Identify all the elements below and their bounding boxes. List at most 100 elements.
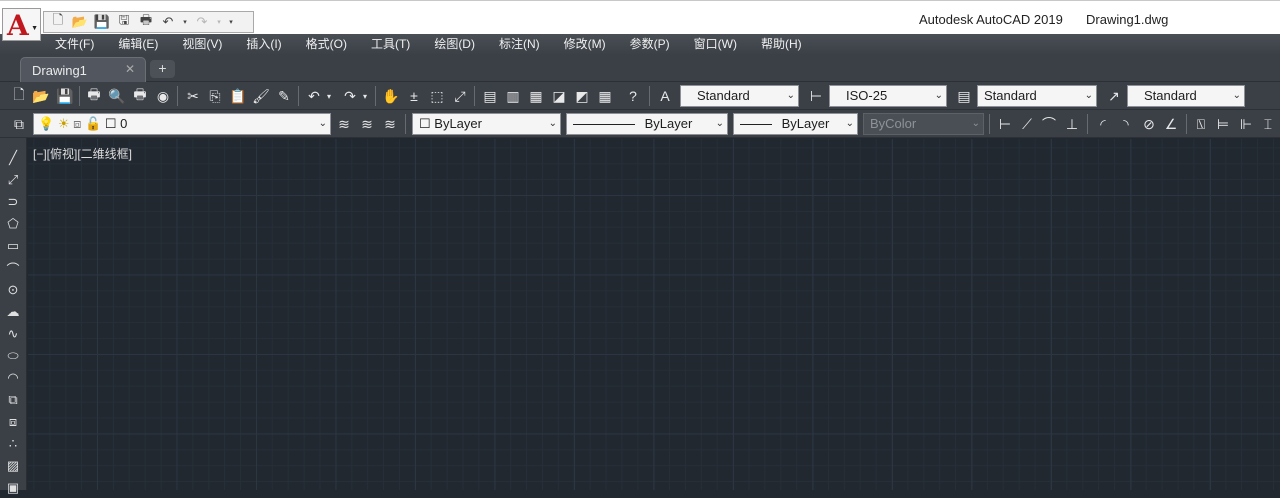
redo-dropdown-icon[interactable]: ▾ <box>214 13 224 31</box>
jogged-dimension-icon[interactable]: ◝ <box>1116 114 1136 134</box>
pan-icon[interactable]: ✋ <box>381 86 401 106</box>
dimension-style-select[interactable]: ISO-25 ⌄ <box>829 85 947 107</box>
drawing-area[interactable] <box>28 139 1280 490</box>
sheet-set-icon[interactable]: ◪ <box>549 86 569 106</box>
ellipse-icon[interactable]: ⬭ <box>3 346 23 366</box>
markup-icon[interactable]: ◩ <box>572 86 592 106</box>
ellipse-arc-icon[interactable]: ◠ <box>3 368 23 388</box>
new-tab-button[interactable]: + <box>150 60 175 78</box>
baseline-dimension-icon[interactable]: ⊨ <box>1213 114 1233 134</box>
hatch-icon[interactable]: ▨ <box>3 456 23 476</box>
redo-icon[interactable]: ↷ <box>192 13 212 31</box>
arc-icon[interactable]: ⌒ <box>3 258 23 278</box>
tool-palettes-icon[interactable]: ▦ <box>526 86 546 106</box>
application-menu-button[interactable]: A ▼ <box>2 8 41 42</box>
cut-icon[interactable]: ✂ <box>183 86 203 106</box>
layer-previous-icon[interactable]: ≋ <box>357 114 377 134</box>
new-icon[interactable]: 🗋 <box>9 86 29 106</box>
design-center-icon[interactable]: ▥ <box>503 86 523 106</box>
zoom-realtime-icon[interactable]: ± <box>404 86 424 106</box>
menu-format[interactable]: 格式(O) <box>306 34 347 55</box>
new-icon[interactable]: 🗋 <box>48 12 68 31</box>
menu-insert[interactable]: 插入(I) <box>246 34 281 55</box>
spline-icon[interactable]: ∿ <box>3 324 23 344</box>
zoom-previous-icon[interactable]: ⤢ <box>450 86 470 106</box>
block-editor-icon[interactable]: ✎ <box>274 86 294 106</box>
menu-modify[interactable]: 修改(M) <box>564 34 606 55</box>
linetype-select[interactable]: ByLayer ⌄ <box>566 113 728 135</box>
dimension-style-icon[interactable]: ⊢ <box>806 86 826 106</box>
polyline-icon[interactable]: ⊃ <box>3 192 23 212</box>
paste-icon[interactable]: 📋 <box>228 86 248 106</box>
multileader-style-select[interactable]: Standard ⌄ <box>1127 85 1245 107</box>
angular-dimension-icon[interactable]: ∠ <box>1161 114 1181 134</box>
table-style-icon[interactable]: ▤ <box>954 86 974 106</box>
help-icon[interactable]: ? <box>623 86 643 106</box>
lineweight-select[interactable]: ByLayer ⌄ <box>733 113 858 135</box>
point-icon[interactable]: ∴ <box>3 434 23 454</box>
multileader-style-icon[interactable]: ↗ <box>1104 86 1124 106</box>
open-icon[interactable]: 📂 <box>31 86 51 106</box>
text-style-select[interactable]: Standard ⌄ <box>680 85 799 107</box>
undo-icon[interactable]: ↶ <box>158 13 178 31</box>
save-icon[interactable]: 💾 <box>55 86 75 106</box>
line-icon[interactable]: ╱ <box>3 148 23 168</box>
print-icon[interactable]: 🖶 <box>136 12 156 31</box>
quick-dimension-icon[interactable]: ⍂ <box>1191 114 1211 134</box>
menu-draw[interactable]: 绘图(D) <box>434 34 475 55</box>
diameter-dimension-icon[interactable]: ⊘ <box>1139 114 1159 134</box>
redo-icon[interactable]: ↷ <box>340 86 360 106</box>
publish-icon[interactable]: 🖶 <box>130 86 150 106</box>
viewport-controls[interactable]: [−][俯视][二维线框] <box>33 145 132 162</box>
zoom-window-icon[interactable]: ⬚ <box>427 86 447 106</box>
linear-dimension-icon[interactable]: ⊢ <box>995 114 1015 134</box>
menu-parametric[interactable]: 参数(P) <box>630 34 670 55</box>
undo-icon[interactable]: ↶ <box>304 86 324 106</box>
menu-tools[interactable]: 工具(T) <box>371 34 410 55</box>
tab-drawing1[interactable]: Drawing1 ✕ <box>20 57 146 82</box>
layer-state-icon[interactable]: ≋ <box>380 114 400 134</box>
chevron-down-icon: ⌄ <box>845 118 854 129</box>
gradient-icon[interactable]: ▣ <box>3 478 23 498</box>
3d-print-icon[interactable]: ◉ <box>153 86 173 106</box>
layer-manager-icon[interactable]: ⧉ <box>9 114 29 134</box>
circle-icon[interactable]: ⊙ <box>3 280 23 300</box>
close-icon[interactable]: ✕ <box>125 62 135 76</box>
menu-dimension[interactable]: 标注(N) <box>499 34 540 55</box>
redo-dropdown-icon[interactable]: ▾ <box>360 86 370 106</box>
match-properties-icon[interactable]: 🖌 <box>251 86 271 106</box>
undo-dropdown-icon[interactable]: ▾ <box>324 86 334 106</box>
table-style-select[interactable]: Standard ⌄ <box>977 85 1097 107</box>
revision-cloud-icon[interactable]: ☁ <box>3 302 23 322</box>
text-style-icon[interactable]: A <box>655 86 675 106</box>
menu-help[interactable]: 帮助(H) <box>761 34 802 55</box>
make-block-icon[interactable]: ⧈ <box>3 412 23 432</box>
make-current-layer-icon[interactable]: ≋ <box>334 114 354 134</box>
continue-dimension-icon[interactable]: ⊩ <box>1236 114 1256 134</box>
dimension-space-icon[interactable]: ⌶ <box>1258 114 1278 134</box>
copy-icon[interactable]: ⎘ <box>205 86 225 106</box>
save-icon[interactable]: 💾 <box>92 13 112 31</box>
menu-file[interactable]: 文件(F) <box>55 34 94 55</box>
aligned-dimension-icon[interactable]: ⟋ <box>1017 114 1037 134</box>
calculator-icon[interactable]: ▦ <box>595 86 615 106</box>
customize-icon[interactable]: ▾ <box>226 13 236 31</box>
open-icon[interactable]: 📂 <box>70 13 90 31</box>
color-select[interactable]: ☐ ByLayer ⌄ <box>412 113 561 135</box>
radius-dimension-icon[interactable]: ◜ <box>1093 114 1113 134</box>
ordinate-dimension-icon[interactable]: ⊥ <box>1062 114 1082 134</box>
layer-select[interactable]: 💡 ☀ ⧈ 🔓 ☐ 0 ⌄ <box>33 113 331 135</box>
insert-block-icon[interactable]: ⧉ <box>3 390 23 410</box>
construction-line-icon[interactable]: ⤢ <box>3 170 23 190</box>
plot-icon[interactable]: 🖶 <box>84 86 104 106</box>
rectangle-icon[interactable]: ▭ <box>3 236 23 256</box>
undo-dropdown-icon[interactable]: ▾ <box>180 13 190 31</box>
save-as-icon[interactable]: 🖫 <box>114 12 134 31</box>
menu-edit[interactable]: 编辑(E) <box>118 34 158 55</box>
plot-preview-icon[interactable]: 🔍 <box>107 86 127 106</box>
arc-length-icon[interactable]: ⌒ <box>1039 114 1059 134</box>
menu-window[interactable]: 窗口(W) <box>694 34 737 55</box>
menu-view[interactable]: 视图(V) <box>182 34 222 55</box>
properties-icon[interactable]: ▤ <box>480 86 500 106</box>
polygon-icon[interactable]: ⬠ <box>3 214 23 234</box>
